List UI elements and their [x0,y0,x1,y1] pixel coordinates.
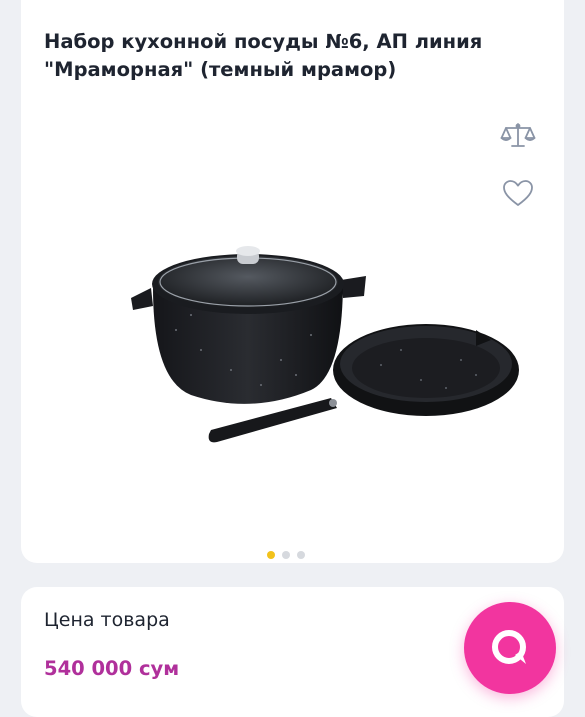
gallery-dot-3[interactable] [297,551,305,559]
gallery-dot-1[interactable] [267,551,275,559]
compare-button[interactable] [498,116,538,156]
gallery-dot-2[interactable] [282,551,290,559]
price-label: Цена товара [44,609,170,631]
product-title: Набор кухонной посуды №6, АП линия "Мрам… [44,30,483,81]
chat-button[interactable] [464,602,556,694]
favorite-button[interactable] [498,173,538,213]
product-image[interactable] [81,240,521,460]
heart-icon [503,180,533,206]
scales-icon [500,123,536,147]
gallery-pagination [267,551,305,559]
price-value: 540 000 сум [44,657,180,680]
chat-bubble-icon [492,630,526,664]
product-card: Набор кухонной посуды №6, АП линия "Мрам… [21,0,564,563]
